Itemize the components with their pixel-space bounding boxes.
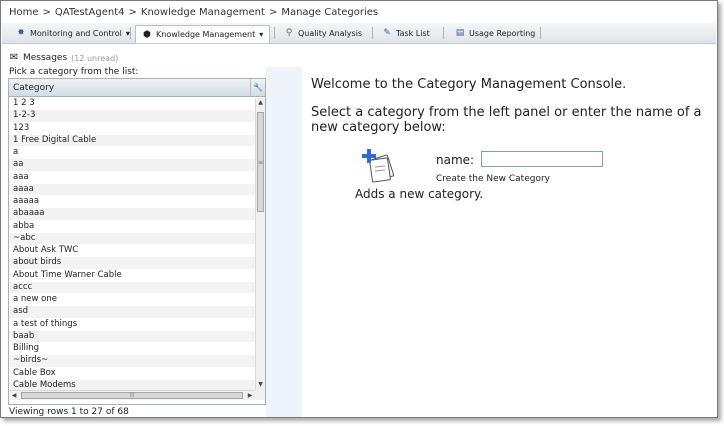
console-panel: Welcome to the Category Management Conso…	[302, 67, 716, 417]
breadcrumb-knowledge[interactable]: Knowledge Management	[141, 7, 265, 18]
category-row[interactable]: About Ask TWC	[9, 245, 255, 258]
instructions-text: Select a category from the left panel or…	[311, 105, 702, 135]
magnifier-icon: ⚲	[285, 28, 293, 38]
adds-category-text: Adds a new category.	[355, 187, 484, 201]
category-row[interactable]: baab	[9, 330, 255, 343]
category-row[interactable]: Cable Modems	[9, 379, 255, 390]
category-row[interactable]: a	[9, 147, 255, 160]
nav-divider	[372, 27, 373, 39]
tab-label: Knowledge Management	[156, 30, 256, 39]
tab-label: Quality Analysis	[298, 28, 363, 38]
envelope-icon: ✉	[9, 52, 19, 63]
category-row[interactable]: accc	[9, 281, 255, 294]
app-window: Home > QATestAgent4 > Knowledge Management > M…	[0, 0, 718, 418]
panel-gutter	[266, 67, 302, 417]
breadcrumb-separator: >	[268, 7, 278, 18]
category-row[interactable]: asd	[9, 306, 255, 319]
breadcrumb-separator: >	[128, 7, 137, 18]
category-row[interactable]: abba	[9, 221, 255, 233]
category-row[interactable]: 123	[9, 123, 255, 135]
category-row[interactable]: 1-2-3	[9, 110, 255, 123]
scroll-up-arrow[interactable]: ▲	[256, 98, 265, 108]
page-title: Welcome to the Category Management Conso…	[311, 77, 627, 92]
category-row[interactable]: a new one	[9, 294, 255, 307]
main-nav: ✸ Monitoring and Control ▾ ⬢ Knowledge Ma…	[2, 23, 716, 44]
category-row[interactable]: aa	[9, 159, 255, 172]
category-name-input[interactable]	[481, 151, 603, 167]
tab-label: Monitoring and Control	[30, 28, 122, 38]
category-row[interactable]: about birds	[9, 257, 255, 270]
nav-divider	[540, 27, 541, 39]
breadcrumb-current: Manage Categories	[281, 7, 379, 18]
scroll-down-arrow[interactable]: ▼	[256, 380, 265, 390]
create-category-button[interactable]: Create the New Category	[436, 174, 550, 184]
category-row[interactable]: 1 2 3	[9, 98, 255, 111]
tab-monitoring-and-control[interactable]: ✸ Monitoring and Control ▾	[10, 25, 136, 41]
chevron-down-icon: ▾	[259, 30, 264, 39]
category-row[interactable]: abaaaa	[9, 208, 255, 221]
name-label: name:	[436, 153, 475, 167]
grid-header[interactable]: Category 🔧	[9, 79, 265, 97]
category-row[interactable]: ~birds~	[9, 355, 255, 368]
tab-label: Task List	[396, 28, 430, 38]
category-row[interactable]: 1 Free Digital Cable	[9, 134, 255, 147]
category-row[interactable]: aaaaa	[9, 196, 255, 209]
category-row[interactable]: ~abc	[9, 232, 255, 245]
vertical-scrollbar[interactable]: ▲ ≡ ▼	[255, 98, 265, 390]
category-row[interactable]: Billing	[9, 343, 255, 356]
report-icon: ▤	[455, 28, 465, 38]
gear-icon: ✸	[17, 28, 25, 38]
scroll-left-arrow[interactable]: ◀	[9, 391, 19, 400]
unread-count: (12 unread)	[71, 53, 119, 63]
add-category-icon[interactable]	[361, 147, 397, 183]
breadcrumb: Home > QATestAgent4 > Knowledge Management > M…	[9, 7, 378, 18]
category-row[interactable]: Cable Box	[9, 368, 255, 380]
breadcrumb-home[interactable]: Home	[9, 7, 39, 18]
nav-divider	[274, 27, 275, 39]
scroll-thumb-horizontal[interactable]: |||	[21, 392, 243, 399]
tab-quality-analysis[interactable]: ⚲ Quality Analysis	[278, 25, 368, 41]
scroll-corner	[255, 390, 265, 400]
grad-cap-icon: ⬢	[143, 29, 151, 40]
breadcrumb-agent[interactable]: QATestAgent4	[55, 7, 125, 18]
pick-category-label: Pick a category from the list:	[9, 67, 139, 77]
category-row[interactable]: About Time Warner Cable	[9, 270, 255, 282]
breadcrumb-separator: >	[42, 7, 51, 18]
scroll-right-arrow[interactable]: ▶	[245, 391, 255, 400]
messages-label: Messages	[23, 53, 68, 63]
category-grid: Category 🔧 1 2 3 1-2-3 123 1 Free Digital C…	[8, 78, 266, 405]
wrench-icon[interactable]: 🔧	[250, 79, 265, 96]
tab-task-list[interactable]: ✎ Task List	[376, 25, 436, 41]
pager-status: Viewing rows 1 to 27 of 68	[9, 407, 129, 417]
column-header-category[interactable]: Category	[13, 83, 54, 93]
category-row[interactable]: aaa	[9, 172, 255, 184]
nav-divider	[443, 27, 444, 39]
scroll-thumb[interactable]: ≡	[257, 112, 264, 212]
tab-knowledge-management[interactable]: ⬢ Knowledge Management ▾	[135, 25, 271, 43]
tab-usage-reporting[interactable]: ▤ Usage Reporting	[449, 25, 541, 41]
grid-body: 1 2 3 1-2-3 123 1 Free Digital Cable a aa aaa a…	[9, 98, 255, 390]
messages-link[interactable]: ✉ Messages (12 unread)	[9, 52, 119, 64]
category-row[interactable]: a test of things	[9, 319, 255, 331]
tab-label: Usage Reporting	[469, 28, 536, 38]
pen-icon: ✎	[383, 28, 391, 38]
nav-divider	[130, 27, 131, 39]
category-row[interactable]: aaaa	[9, 183, 255, 196]
horizontal-scrollbar[interactable]: ◀ ||| ▶	[9, 390, 255, 400]
